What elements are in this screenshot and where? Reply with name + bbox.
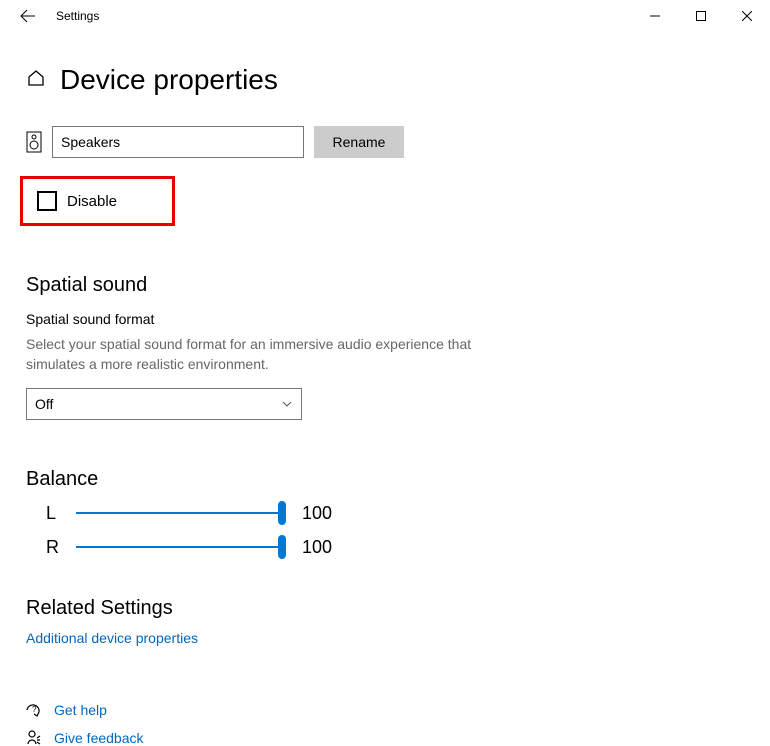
balance-right-value: 100 <box>302 537 332 558</box>
spatial-sound-dropdown[interactable]: Off <box>26 388 302 420</box>
home-button[interactable] <box>26 68 46 93</box>
speaker-icon <box>26 131 42 153</box>
spatial-sound-format-label: Spatial sound format <box>26 311 744 327</box>
additional-device-properties-link[interactable]: Additional device properties <box>26 630 198 646</box>
maximize-icon <box>696 11 706 21</box>
spatial-sound-description: Select your spatial sound format for an … <box>26 335 486 374</box>
home-icon <box>26 68 46 88</box>
help-icon: ? <box>26 702 42 718</box>
close-icon <box>742 11 752 21</box>
balance-right-slider[interactable] <box>76 535 286 559</box>
related-settings-heading: Related Settings <box>26 597 744 620</box>
rename-button[interactable]: Rename <box>314 126 404 158</box>
minimize-button[interactable] <box>632 0 678 32</box>
arrow-left-icon <box>20 8 36 24</box>
balance-right-label: R <box>46 537 60 558</box>
device-name-input[interactable] <box>52 126 304 158</box>
slider-thumb <box>278 535 286 559</box>
maximize-button[interactable] <box>678 0 724 32</box>
chevron-down-icon <box>281 398 293 410</box>
feedback-icon <box>26 730 42 746</box>
close-button[interactable] <box>724 0 770 32</box>
minimize-icon <box>650 11 660 21</box>
balance-left-slider[interactable] <box>76 501 286 525</box>
disable-checkbox[interactable] <box>37 191 57 211</box>
give-feedback-link[interactable]: Give feedback <box>26 730 744 746</box>
slider-thumb <box>278 501 286 525</box>
balance-heading: Balance <box>26 468 744 491</box>
page-title: Device properties <box>60 64 278 96</box>
get-help-link[interactable]: ? Get help <box>26 702 744 718</box>
window-title: Settings <box>56 9 99 23</box>
disable-checkbox-highlight: Disable <box>20 176 175 226</box>
balance-left-label: L <box>46 503 60 524</box>
spatial-sound-selected: Off <box>35 396 53 412</box>
spatial-sound-heading: Spatial sound <box>26 274 744 297</box>
disable-label: Disable <box>67 193 117 210</box>
balance-left-value: 100 <box>302 503 332 524</box>
svg-text:?: ? <box>32 705 37 714</box>
back-button[interactable] <box>8 0 48 32</box>
